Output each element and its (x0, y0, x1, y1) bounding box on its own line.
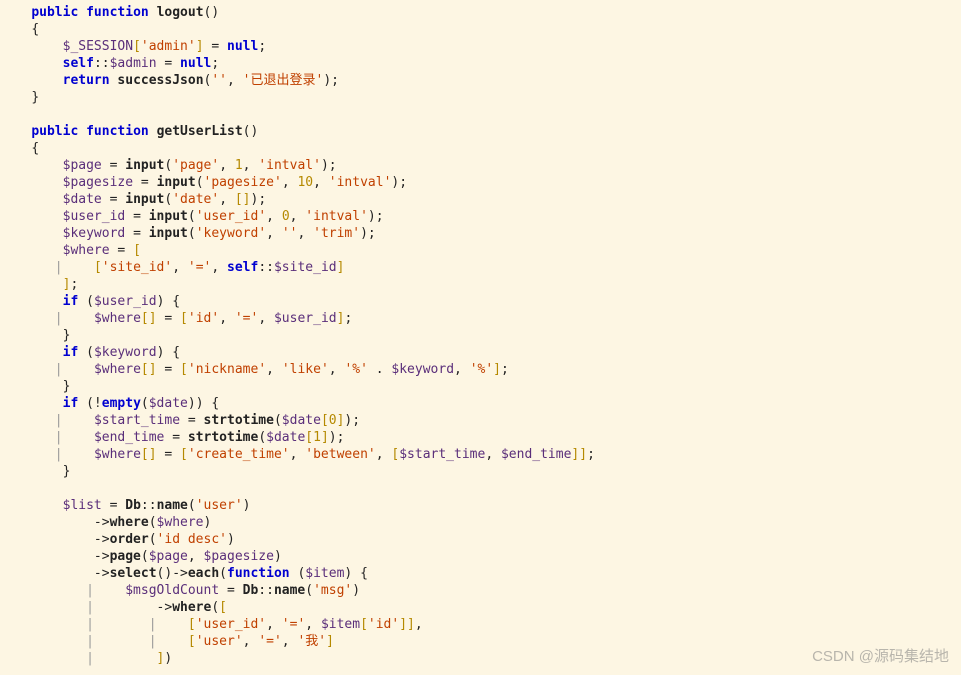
string: 'admin' (141, 39, 196, 54)
string: '已退出登录' (243, 73, 324, 88)
keyword: public (31, 5, 78, 20)
keyword: self (63, 56, 94, 71)
method-name: logout (157, 5, 204, 20)
string: '' (211, 73, 227, 88)
keyword: return (63, 73, 110, 88)
function-call: successJson (117, 73, 203, 88)
keyword: null (180, 56, 211, 71)
variable: $_SESSION (63, 39, 133, 54)
number: 1 (235, 158, 243, 173)
variable: $admin (110, 56, 157, 71)
keyword: function (86, 5, 149, 20)
code-block: public function logout() { $_SESSION['ad… (0, 0, 961, 667)
keyword: null (227, 39, 258, 54)
method-name: getUserList (157, 124, 243, 139)
